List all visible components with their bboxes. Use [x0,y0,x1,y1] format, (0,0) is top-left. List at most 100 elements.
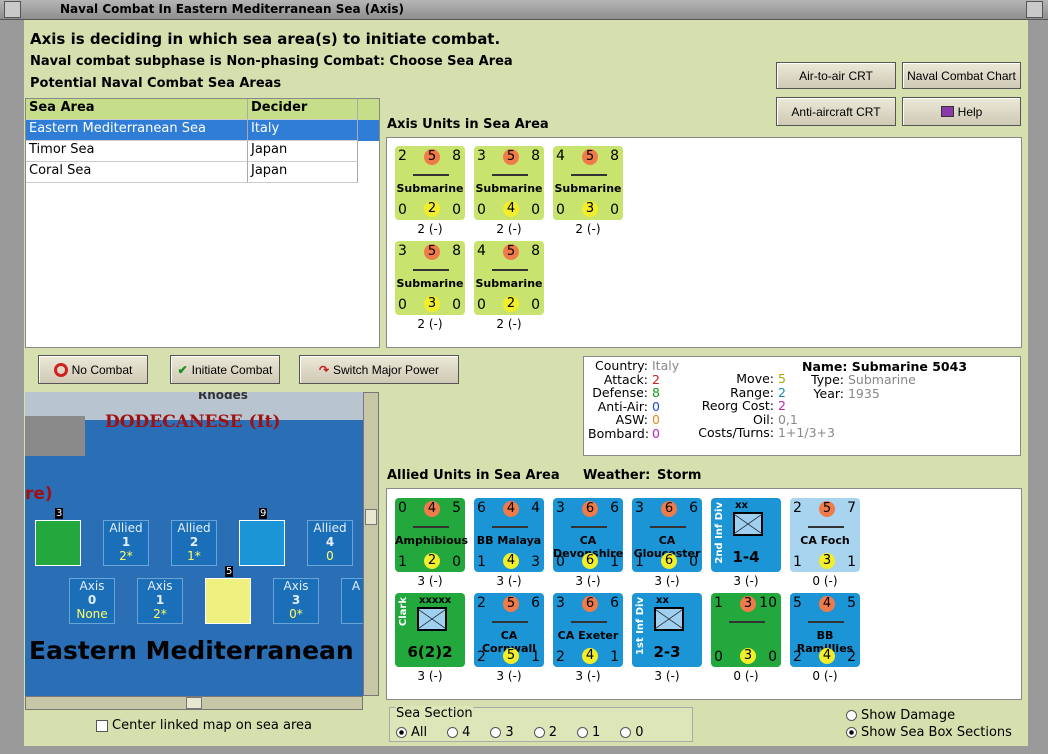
column-header-sea-area[interactable]: Sea Area [26,99,248,120]
unit-counter[interactable]: 2-3 1st Inf Div xx [632,593,702,667]
ship-silhouette-icon [729,617,765,623]
unit-counter[interactable]: 3 5 8 Submarine 0 3 0 [395,241,465,315]
sea-section-option[interactable]: 0 [620,725,644,740]
option-label: 1 [591,725,601,740]
unit-defense: 6 [610,500,619,516]
unit-asw: 0 [452,202,461,218]
sea-section-label: Sea Section [396,706,473,721]
anti-air-key: Anti-Air: [597,398,648,414]
radio-button[interactable] [490,727,502,738]
radio-button[interactable] [533,727,545,738]
allied-box[interactable]: Allied 4 0 [307,520,353,566]
sea-section-option[interactable]: 1 [576,725,601,740]
table-row[interactable]: Coral Sea Japan [26,162,379,183]
sea-section-option[interactable]: 4 [447,725,470,740]
unit-asw: 1 [531,649,540,665]
axis-box[interactable]: A [341,578,363,624]
column-header-decider[interactable]: Decider [248,99,358,120]
no-combat-button[interactable]: No Combat [38,355,148,384]
vertical-scrollbar[interactable] [363,392,379,696]
unit-speed: 2 [424,553,440,569]
allied-box[interactable]: Allied 2 1* [171,520,217,566]
unit-attack-left: 0 [398,500,407,516]
year-value: 1935 [847,385,880,401]
anti-aircraft-crt-button[interactable]: Anti-aircraft CRT [776,97,896,126]
system-menu-button[interactable] [4,1,21,18]
unit-counter[interactable]: 1 3 10 0 3 0 [711,593,781,667]
help-button[interactable]: Help [902,97,1021,126]
unit-speed: 3 [819,553,835,569]
sea-area-table: Sea Area Decider Eastern Mediterranean Se… [25,98,380,348]
sea-section-option[interactable]: All [396,725,427,740]
stack-count: 9 [259,508,268,519]
show-damage-row[interactable]: Show Damage [846,708,955,723]
unit-asw: 0 [452,297,461,313]
radio-button[interactable] [620,727,632,738]
unit-counter[interactable]: 3 6 6 CA Exeter 2 4 1 [553,593,623,667]
center-map-checkbox-row[interactable]: Center linked map on sea area [96,718,312,733]
axis-box[interactable]: Axis 1 2* [137,578,183,624]
unit-status: 2 (-) [496,317,522,331]
axis-box[interactable]: Axis 3 0* [273,578,319,624]
show-sections-radio[interactable] [846,727,857,738]
range-key: Range: [730,384,774,400]
scroll-thumb[interactable] [365,509,377,525]
unit-attack-factor: 5 [424,244,440,260]
radio-button[interactable] [396,727,407,738]
switch-major-power-button[interactable]: ↷ Switch Major Power [299,355,459,384]
map-unit-counter[interactable] [239,520,285,566]
map-unit-counter[interactable] [205,578,251,624]
map-unit-counter[interactable] [35,520,81,566]
unit-counter[interactable]: 2 5 8 Submarine 0 2 0 [395,146,465,220]
initiate-combat-button[interactable]: ✔ Initiate Combat [170,355,280,384]
unit-attack-factor: 5 [424,149,440,165]
air-to-air-crt-button[interactable]: Air-to-air CRT [776,62,896,89]
naval-combat-chart-button[interactable]: Naval Combat Chart [902,62,1021,89]
close-button[interactable] [1026,1,1043,18]
center-map-checkbox[interactable] [96,719,108,732]
table-row[interactable]: Eastern Mediterranean Sea Italy [26,120,379,141]
unit-speed: 4 [503,201,519,217]
unit-counter[interactable]: 4 5 8 Submarine 0 2 0 [474,241,544,315]
costs-key: Costs/Turns: [698,425,774,440]
show-damage-radio[interactable] [846,710,857,721]
horizontal-scrollbar[interactable] [25,696,363,710]
sea-section-option[interactable]: 2 [533,725,557,740]
unit-counter[interactable]: 6 4 4 BB Malaya 1 4 3 [474,498,544,572]
unit-status: 3 (-) [733,574,759,588]
unit-aa: 0 [477,297,486,313]
corps-name: 2nd Inf Div [714,502,725,564]
sea-areas-label: Potential Naval Combat Sea Areas [30,76,282,91]
show-sections-row[interactable]: Show Sea Box Sections [846,725,1012,740]
box-side: Axis [147,579,173,593]
unit-aa: 1 [635,554,644,570]
unit-attack-left: 3 [556,595,565,611]
rhodes-label: Rhodes [198,392,248,402]
box-side: A [351,579,361,593]
table-row[interactable]: Timor Sea Japan [26,141,379,162]
unit-counter[interactable]: 545BB Ramillies242 [790,593,860,667]
year-key: Year: [813,385,844,401]
axis-box[interactable]: Axis 0 None [69,578,115,624]
radio-button[interactable] [576,727,588,738]
unit-counter[interactable]: 0 4 5 Amphibious 1 2 0 [395,498,468,572]
map-view[interactable]: Rhodes DODECANESE (It) re) Allied 1 2* All… [25,392,363,696]
unit-counter[interactable]: 3 5 8 Submarine 0 4 0 [474,146,544,220]
ship-silhouette-icon [492,265,528,271]
unit-counter[interactable]: 366CA Devonshire061 [553,498,623,572]
unit-counter[interactable]: 6(2)2 Clark xxxxx [395,593,465,667]
unit-counter[interactable]: 256CA Cornwall251 [474,593,544,667]
radio-button[interactable] [447,727,459,738]
unit-counter[interactable]: 366CA Gloucester160 [632,498,702,572]
hscroll-thumb[interactable] [186,697,202,709]
unit-size: xxxxx [419,595,452,606]
unit-counter[interactable]: 4 5 8 Submarine 0 3 0 [553,146,623,220]
unit-aa: 1 [793,554,802,570]
ship-silhouette-icon [492,522,528,528]
unit-counter[interactable]: 1-4 2nd Inf Div xx [711,498,781,572]
cell-sea-area: Timor Sea [26,141,248,162]
unit-attack-left: 4 [477,243,486,259]
sea-section-option[interactable]: 3 [490,725,514,740]
unit-counter[interactable]: 2 5 7 CA Foch 1 3 1 [790,498,860,572]
allied-box[interactable]: Allied 1 2* [103,520,149,566]
